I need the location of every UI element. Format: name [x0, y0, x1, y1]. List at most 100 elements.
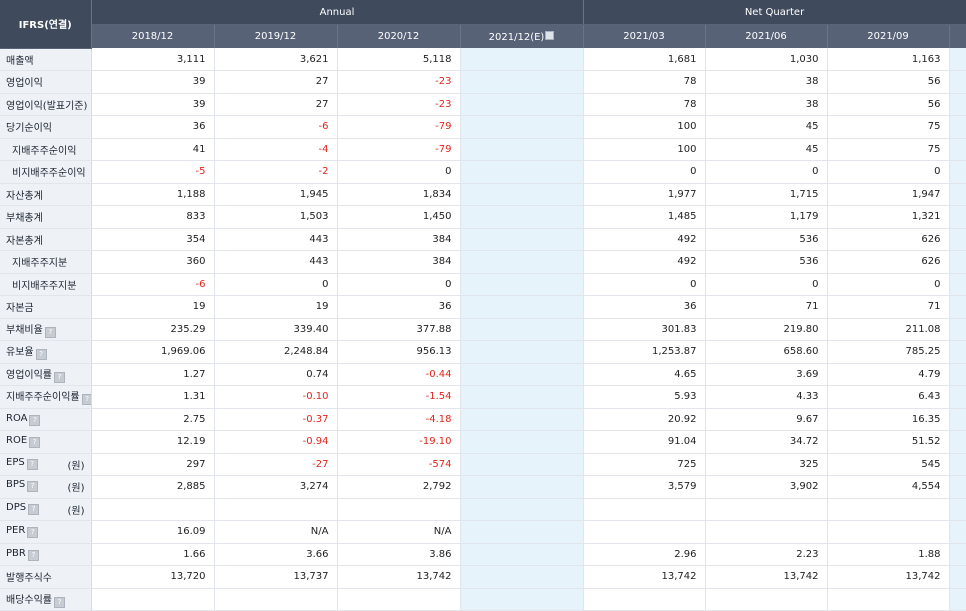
table-row: DPS? (원)	[0, 498, 966, 521]
value-cell: 0	[337, 160, 461, 184]
value-cell: -79	[337, 115, 461, 139]
trailing-strip-cell	[949, 318, 966, 341]
table-row: 자산총계 1,188 1,945 1,834 1,977 1,715 1,947	[0, 183, 966, 206]
row-label: 영업이익	[6, 78, 43, 90]
estimate-value-cell	[460, 453, 584, 476]
period-header-label: 2021/12(E)	[488, 31, 545, 43]
row-label-cell: 자산총계	[0, 183, 92, 206]
value-cell: 1,485	[583, 205, 706, 229]
row-label-cell: 유보율?	[0, 340, 92, 364]
trailing-strip-cell	[949, 115, 966, 139]
value-cell: 492	[583, 228, 706, 251]
value-cell: 235.29	[91, 318, 215, 341]
row-label: 부채비율	[6, 324, 43, 336]
trailing-strip-cell	[949, 498, 966, 521]
value-cell: 1,450	[337, 205, 461, 229]
financial-summary-table: IFRS(연결) Annual Net Quarter 2018/12 2019…	[0, 0, 966, 611]
row-label-cell: 비지배주주순이익	[0, 160, 92, 184]
row-label: 지배주주지분	[12, 258, 68, 270]
trailing-strip-cell	[949, 385, 966, 409]
value-cell	[91, 588, 215, 611]
value-cell: 1,681	[583, 48, 706, 71]
estimate-info-icon[interactable]	[545, 30, 555, 40]
info-icon[interactable]: ?	[27, 527, 39, 539]
info-icon[interactable]: ?	[54, 596, 65, 608]
info-icon[interactable]: ?	[27, 549, 39, 561]
value-cell: 1.66	[91, 543, 215, 566]
corner-header: IFRS(연결)	[0, 0, 92, 49]
value-cell: -19.10	[337, 430, 461, 454]
value-cell: 45	[705, 115, 828, 139]
row-label: EPS	[6, 456, 25, 468]
table-row: 영업이익 39 27 -23 78 38 56	[0, 70, 966, 94]
row-label-cell: 지배주주지분	[0, 250, 92, 274]
row-label: 유보율	[6, 347, 34, 359]
table-row: ROA? 2.75 -0.37 -4.18 20.92 9.67 16.35	[0, 408, 966, 431]
value-cell	[827, 498, 950, 521]
value-cell: 13,742	[827, 565, 950, 589]
row-label: 비지배주주지분	[12, 280, 77, 292]
table-row: 자본총계 354 443 384 492 536 626	[0, 228, 966, 251]
row-label: 매출액	[6, 55, 34, 67]
value-cell: -0.10	[214, 385, 338, 409]
value-cell: 1,253.87	[583, 340, 706, 364]
value-cell: 536	[705, 250, 828, 274]
value-cell: 211.08	[827, 318, 950, 341]
value-cell: 0	[214, 273, 338, 296]
value-cell: 34.72	[705, 430, 828, 454]
info-icon[interactable]: ?	[35, 349, 47, 361]
value-cell: 384	[337, 250, 461, 274]
period-header: 2020/12	[337, 24, 461, 48]
value-cell: 78	[583, 70, 706, 94]
value-cell: 2,248.84	[214, 340, 338, 364]
row-label-cell: PER?	[0, 520, 92, 544]
value-cell: 45	[705, 138, 828, 161]
info-icon[interactable]: ?	[44, 326, 56, 338]
value-cell: 6.43	[827, 385, 950, 409]
value-cell	[583, 520, 706, 544]
row-label-cell: 영업이익(발표기준)	[0, 93, 92, 116]
value-cell	[583, 498, 706, 521]
value-cell: 360	[91, 250, 215, 274]
estimate-value-cell	[460, 93, 584, 116]
value-cell	[705, 520, 828, 544]
table-row: 지배주주순이익 41 -4 -79 100 45 75	[0, 138, 966, 161]
info-icon[interactable]: ?	[54, 371, 65, 383]
value-cell: -0.37	[214, 408, 338, 431]
period-header-estimate: 2021/12(E)	[460, 24, 584, 48]
row-label: DPS	[6, 501, 27, 513]
value-cell	[827, 588, 950, 611]
value-cell: 41	[91, 138, 215, 161]
value-cell: 12.19	[91, 430, 215, 454]
trailing-strip-cell	[949, 183, 966, 206]
row-label-cell: 당기순이익	[0, 115, 92, 139]
period-header: 2021/09	[827, 24, 950, 48]
info-icon[interactable]: ?	[29, 414, 41, 426]
table-row: EPS? (원) 297 -27 -574 725 325 545	[0, 453, 966, 476]
row-label: 부채총계	[6, 213, 43, 225]
value-cell: 27	[214, 93, 338, 116]
value-cell: 13,742	[337, 565, 461, 589]
info-icon[interactable]: ?	[26, 458, 38, 470]
trailing-strip-cell	[949, 160, 966, 184]
period-header: 2019/12	[214, 24, 338, 48]
info-icon[interactable]: ?	[81, 394, 90, 406]
value-cell: N/A	[214, 520, 338, 544]
value-cell: 2.96	[583, 543, 706, 566]
table-row: 비지배주주순이익 -5 -2 0 0 0 0	[0, 160, 966, 184]
value-cell: 536	[705, 228, 828, 251]
row-label-cell: 배당수익률?	[0, 588, 92, 611]
trailing-strip-cell	[949, 430, 966, 454]
info-icon[interactable]: ?	[27, 481, 39, 493]
value-cell: 2.23	[705, 543, 828, 566]
value-cell: 2,885	[91, 475, 215, 499]
trailing-strip-cell	[949, 93, 966, 116]
value-cell: 0	[337, 273, 461, 296]
value-cell: 0	[583, 160, 706, 184]
trailing-strip-cell	[949, 295, 966, 319]
info-icon[interactable]: ?	[28, 503, 40, 515]
estimate-value-cell	[460, 363, 584, 386]
info-icon[interactable]: ?	[29, 437, 41, 449]
period-header: 2021/03	[583, 24, 706, 48]
row-label-cell: PBR?	[0, 543, 92, 566]
